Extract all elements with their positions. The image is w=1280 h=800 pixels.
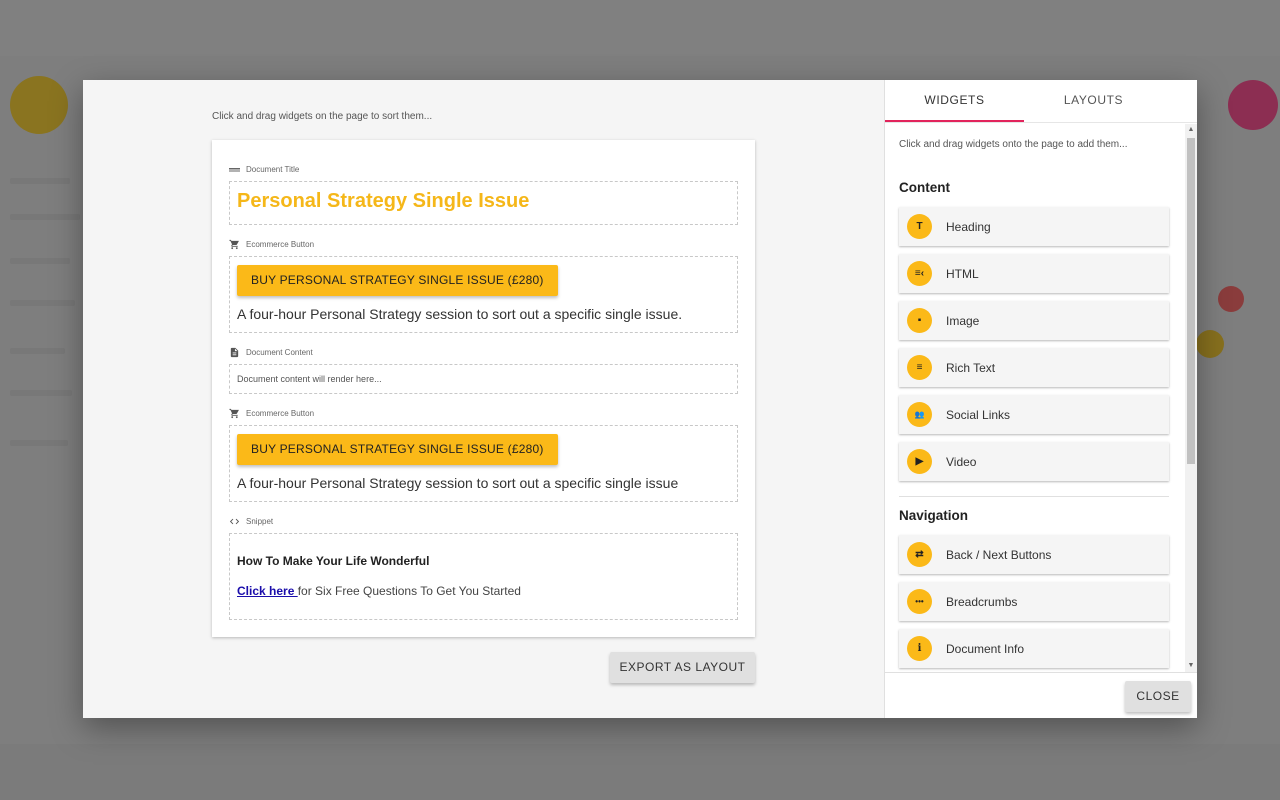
widget-label-ecommerce: Ecommerce Button xyxy=(229,239,314,250)
snippet-heading: How To Make Your Life Wonderful xyxy=(237,554,430,568)
background-logo xyxy=(10,76,68,134)
widget-label-snippet: Snippet xyxy=(229,516,273,527)
snippet-link-suffix: for Six Free Questions To Get You Starte… xyxy=(297,584,521,598)
widget-label-text: Document Content xyxy=(246,348,313,357)
heading-icon: T xyxy=(907,214,932,239)
code-icon xyxy=(229,516,240,527)
widget-item-video[interactable]: ▶ Video xyxy=(899,442,1169,481)
close-button[interactable]: CLOSE xyxy=(1125,681,1191,712)
background-line xyxy=(10,390,72,396)
widget-item-label: Heading xyxy=(946,219,991,234)
snippet-link[interactable]: Click here xyxy=(237,584,298,598)
background-footer xyxy=(0,744,1280,800)
widget-item-label: Document Info xyxy=(946,641,1025,656)
widget-ecommerce-button[interactable]: BUY PERSONAL STRATEGY SINGLE ISSUE (£280… xyxy=(229,425,738,502)
image-icon: ▪ xyxy=(907,308,932,333)
sort-hint: Click and drag widgets on the page to so… xyxy=(212,111,433,122)
widget-item-label: Back / Next Buttons xyxy=(946,547,1052,562)
page-preview: Document Title Personal Strategy Single … xyxy=(212,140,755,637)
cart-icon xyxy=(229,239,240,250)
rich-text-icon: ≡ xyxy=(907,355,932,380)
snippet-line: Click here for Six Free Questions To Get… xyxy=(237,584,521,598)
info-icon: i xyxy=(907,636,932,661)
html-icon: ≡‹ xyxy=(907,261,932,286)
document-icon xyxy=(229,347,240,358)
document-content-placeholder: Document content will render here... xyxy=(237,374,382,384)
background-line xyxy=(10,300,75,306)
widget-item-label: Social Links xyxy=(946,407,1011,422)
widget-label-text: Ecommerce Button xyxy=(246,409,315,418)
palette-tabs: WIDGETS LAYOUTS xyxy=(885,80,1197,123)
layout-editor-dialog: Click and drag widgets on the page to so… xyxy=(83,80,1197,718)
people-icon: 👥 xyxy=(907,402,932,427)
cart-icon xyxy=(229,408,240,419)
widget-item-label: Rich Text xyxy=(946,360,996,375)
scroll-up-arrow-icon[interactable]: ▲ xyxy=(1185,124,1197,136)
buy-button[interactable]: BUY PERSONAL STRATEGY SINGLE ISSUE (£280… xyxy=(237,434,558,465)
export-as-layout-button[interactable]: EXPORT AS LAYOUT xyxy=(610,652,755,683)
widget-document-title[interactable]: Personal Strategy Single Issue xyxy=(229,181,738,225)
scroll-down-arrow-icon[interactable]: ▼ xyxy=(1185,660,1197,672)
widget-palette: WIDGETS LAYOUTS Click and drag widgets o… xyxy=(884,80,1197,718)
widget-label-ecommerce: Ecommerce Button xyxy=(229,408,314,419)
background-line xyxy=(10,258,70,264)
section-divider xyxy=(899,496,1169,497)
title-bar-icon xyxy=(229,164,240,175)
document-title: Personal Strategy Single Issue xyxy=(237,190,530,212)
widget-label-document-title: Document Title xyxy=(229,164,299,175)
buy-description: A four-hour Personal Strategy session to… xyxy=(237,475,679,491)
widget-label-text: Ecommerce Button xyxy=(246,240,315,249)
breadcrumbs-icon: ••• xyxy=(907,589,932,614)
tab-widgets[interactable]: WIDGETS xyxy=(885,80,1024,122)
background-dot xyxy=(1196,330,1224,358)
section-title-navigation: Navigation xyxy=(899,508,969,523)
section-title-content: Content xyxy=(899,180,950,195)
widget-item-label: Image xyxy=(946,313,980,328)
background-line xyxy=(10,348,65,354)
widget-item-heading[interactable]: T Heading xyxy=(899,207,1169,246)
palette-hint: Click and drag widgets onto the page to … xyxy=(899,139,1128,150)
buy-description: A four-hour Personal Strategy session to… xyxy=(237,306,683,322)
tab-layouts[interactable]: LAYOUTS xyxy=(1024,80,1163,122)
buy-button[interactable]: BUY PERSONAL STRATEGY SINGLE ISSUE (£280… xyxy=(237,265,558,296)
widget-label-text: Snippet xyxy=(246,517,274,526)
widget-item-label: Video xyxy=(946,454,977,469)
widget-item-html[interactable]: ≡‹ HTML xyxy=(899,254,1169,293)
background-line xyxy=(10,440,68,446)
widget-snippet[interactable]: How To Make Your Life Wonderful Click he… xyxy=(229,533,738,620)
widget-item-label: HTML xyxy=(946,266,979,281)
widget-label-document-content: Document Content xyxy=(229,347,313,358)
palette-scroll-area: Click and drag widgets onto the page to … xyxy=(885,124,1197,672)
widget-item-image[interactable]: ▪ Image xyxy=(899,301,1169,340)
widget-label-text: Document Title xyxy=(246,165,300,174)
palette-scrollbar[interactable]: ▲ ▼ xyxy=(1185,124,1197,672)
background-line xyxy=(10,214,80,220)
palette-footer: CLOSE xyxy=(885,672,1197,718)
widget-item-rich-text[interactable]: ≡ Rich Text xyxy=(899,348,1169,387)
widget-document-content[interactable]: Document content will render here... xyxy=(229,364,738,394)
widget-item-label: Breadcrumbs xyxy=(946,594,1018,609)
background-dot xyxy=(1218,286,1244,312)
widget-item-breadcrumbs[interactable]: ••• Breadcrumbs xyxy=(899,582,1169,621)
page-canvas-pane: Click and drag widgets on the page to so… xyxy=(83,80,884,718)
back-next-icon: ⇄ xyxy=(907,542,932,567)
background-line xyxy=(10,178,70,184)
widget-item-document-info[interactable]: i Document Info xyxy=(899,629,1169,668)
widget-ecommerce-button[interactable]: BUY PERSONAL STRATEGY SINGLE ISSUE (£280… xyxy=(229,256,738,333)
widget-item-social-links[interactable]: 👥 Social Links xyxy=(899,395,1169,434)
scroll-thumb[interactable] xyxy=(1187,138,1195,464)
widget-item-back-next-buttons[interactable]: ⇄ Back / Next Buttons xyxy=(899,535,1169,574)
background-avatar xyxy=(1228,80,1278,130)
video-library-icon: ▶ xyxy=(907,449,932,474)
